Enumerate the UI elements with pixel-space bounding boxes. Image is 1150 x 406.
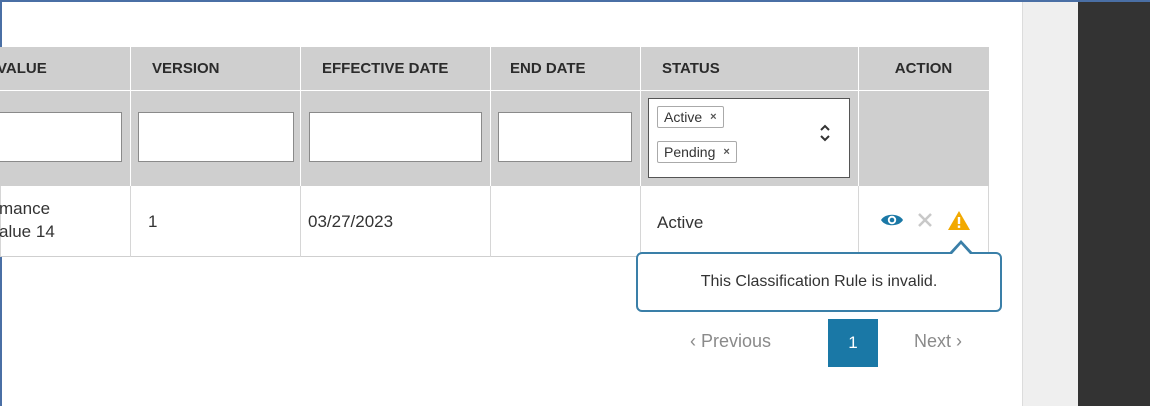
column-separator bbox=[130, 186, 131, 257]
column-separator bbox=[858, 47, 859, 186]
column-separator bbox=[490, 186, 491, 257]
cell-value-line: mance bbox=[0, 199, 51, 218]
cell-status: Active bbox=[657, 213, 704, 232]
eye-icon[interactable] bbox=[880, 209, 904, 231]
end-date-filter-input[interactable] bbox=[498, 112, 632, 162]
warning-icon[interactable] bbox=[947, 209, 971, 231]
column-header-label: VERSION bbox=[152, 60, 220, 77]
page-1-button[interactable]: 1 bbox=[828, 319, 878, 367]
tag-label: Pending bbox=[664, 144, 716, 160]
status-filter-tag[interactable]: Active × bbox=[657, 106, 724, 128]
column-header-label: VALUE bbox=[0, 60, 47, 77]
effective-date-filter-input[interactable] bbox=[309, 112, 482, 162]
column-header-status[interactable]: STATUS bbox=[640, 47, 858, 90]
column-header-value[interactable]: VALUE bbox=[0, 47, 130, 90]
remove-tag-icon[interactable]: × bbox=[723, 146, 729, 158]
header-divider bbox=[0, 90, 989, 91]
tag-label: Active bbox=[664, 109, 703, 125]
column-header-label: EFFECTIVE DATE bbox=[322, 60, 449, 77]
status-filter-tag[interactable]: Pending × bbox=[657, 141, 737, 163]
column-header-action: ACTION bbox=[858, 47, 989, 90]
column-separator bbox=[300, 186, 301, 257]
right-dark-panel bbox=[1078, 2, 1150, 406]
column-separator bbox=[640, 186, 641, 257]
column-separator bbox=[490, 47, 491, 186]
column-separator bbox=[640, 47, 641, 186]
column-header-label: STATUS bbox=[662, 60, 720, 77]
column-header-version[interactable]: VERSION bbox=[130, 47, 300, 90]
tooltip-arrow-fill bbox=[952, 244, 970, 254]
version-filter-input[interactable] bbox=[138, 112, 294, 162]
column-separator bbox=[858, 186, 859, 257]
column-separator bbox=[130, 47, 131, 186]
previous-page-button[interactable]: ‹ Previous bbox=[690, 331, 771, 352]
invalid-rule-tooltip: This Classification Rule is invalid. bbox=[636, 252, 1002, 312]
column-header-end-date[interactable]: END DATE bbox=[490, 47, 640, 90]
cell-value: mance alue 14 bbox=[0, 197, 55, 243]
window-top-border bbox=[0, 0, 1150, 2]
remove-tag-icon[interactable]: × bbox=[710, 111, 716, 123]
column-separator bbox=[300, 47, 301, 186]
next-page-button[interactable]: Next › bbox=[914, 331, 962, 352]
select-toggle-icon[interactable] bbox=[819, 123, 831, 144]
tooltip-text: This Classification Rule is invalid. bbox=[700, 273, 938, 290]
cell-value-line: alue 14 bbox=[0, 222, 55, 241]
value-filter-input[interactable] bbox=[0, 112, 122, 162]
cell-effective-date: 03/27/2023 bbox=[308, 212, 394, 231]
status-filter-select[interactable]: Active × Pending × bbox=[648, 98, 850, 178]
right-panel bbox=[1023, 2, 1078, 406]
column-header-label: END DATE bbox=[510, 60, 586, 77]
column-header-effective-date[interactable]: EFFECTIVE DATE bbox=[300, 47, 490, 90]
column-header-label: ACTION bbox=[894, 60, 953, 77]
close-icon[interactable] bbox=[916, 211, 934, 233]
cell-version: 1 bbox=[148, 212, 158, 231]
